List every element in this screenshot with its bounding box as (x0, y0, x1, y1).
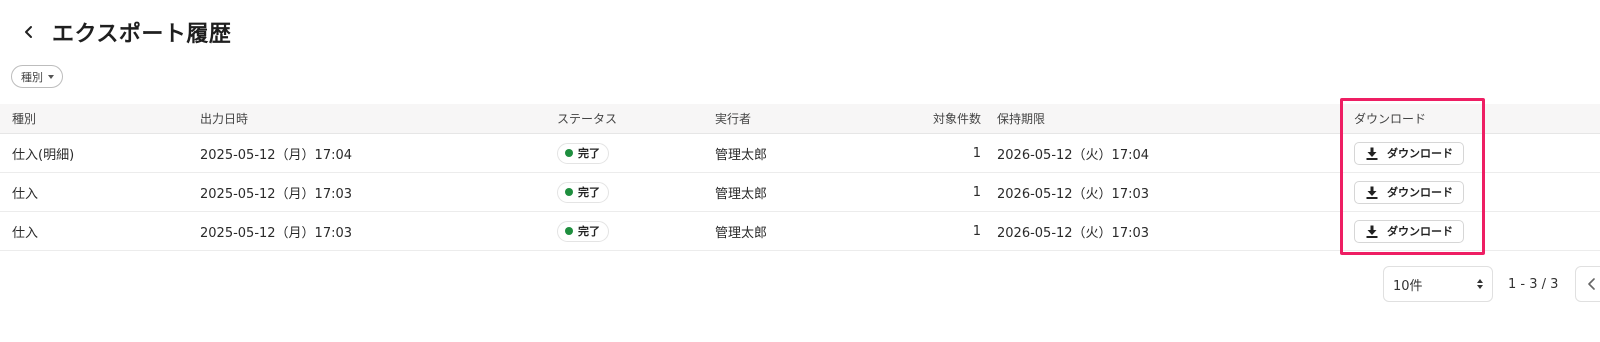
download-icon (1366, 225, 1378, 238)
export-history-page: エクスポート履歴 種別 種別 出力日時 ステータス 実行者 対象件数 保持期限 … (0, 0, 1600, 342)
cell-expire: 2026-05-12（火）17:04 (997, 147, 1150, 163)
cell-download: ダウンロード (1354, 173, 1464, 211)
cell-expire: 2026-05-12（火）17:03 (997, 186, 1150, 202)
column-header-expire: 保持期限 (997, 112, 1046, 126)
caret-down-icon (48, 74, 54, 79)
status-label: 完了 (578, 186, 600, 199)
chevron-left-icon (25, 26, 32, 38)
download-button-label: ダウンロード (1387, 186, 1453, 199)
cell-date: 2025-05-12（月）17:03 (200, 186, 353, 202)
cell-status: 完了 (557, 212, 609, 250)
cell-count: 1 (972, 223, 981, 239)
cell-type: 仕入(明細) (12, 147, 75, 163)
type-filter-label: 種別 (21, 70, 43, 84)
download-button-label: ダウンロード (1387, 147, 1453, 160)
download-icon (1366, 186, 1378, 199)
table-row: 仕入(明細) 2025-05-12（月）17:04 完了 管理太郎 1 2026… (0, 134, 1600, 173)
cell-download: ダウンロード (1354, 134, 1464, 172)
download-button-label: ダウンロード (1387, 225, 1453, 238)
column-header-user: 実行者 (715, 112, 752, 126)
status-badge: 完了 (557, 142, 609, 164)
cell-status: 完了 (557, 134, 609, 172)
previous-page-button[interactable] (1575, 266, 1600, 302)
column-header-type: 種別 (12, 112, 37, 126)
cell-date: 2025-05-12（月）17:03 (200, 225, 353, 241)
cell-expire: 2026-05-12（火）17:03 (997, 225, 1150, 241)
select-arrows-icon (1477, 279, 1483, 289)
page-header: エクスポート履歴 (18, 14, 231, 50)
cell-date: 2025-05-12（月）17:04 (200, 147, 353, 163)
status-badge: 完了 (557, 181, 609, 203)
column-header-status: ステータス (557, 112, 618, 126)
cell-count: 1 (972, 145, 981, 161)
cell-user: 管理太郎 (715, 147, 768, 163)
cell-type: 仕入 (12, 225, 39, 241)
cell-user: 管理太郎 (715, 186, 768, 202)
status-label: 完了 (578, 147, 600, 160)
per-page-value: 10件 (1393, 278, 1423, 294)
download-button[interactable]: ダウンロード (1354, 180, 1464, 204)
status-dot-icon (565, 149, 573, 157)
type-filter-chip[interactable]: 種別 (11, 65, 63, 88)
column-header-date: 出力日時 (200, 112, 249, 126)
pagination-range: 1 - 3 / 3 (1508, 276, 1559, 292)
cell-type: 仕入 (12, 186, 39, 202)
download-icon (1366, 147, 1378, 160)
cell-status: 完了 (557, 173, 609, 211)
status-dot-icon (565, 188, 573, 196)
download-button[interactable]: ダウンロード (1354, 219, 1464, 243)
status-badge: 完了 (557, 220, 609, 242)
per-page-select[interactable]: 10件 (1383, 266, 1493, 302)
cell-count: 1 (972, 184, 981, 200)
status-label: 完了 (578, 225, 600, 238)
export-history-table: 種別 出力日時 ステータス 実行者 対象件数 保持期限 ダウンロード 仕入(明細… (0, 104, 1600, 251)
table-header-row: 種別 出力日時 ステータス 実行者 対象件数 保持期限 ダウンロード (0, 104, 1600, 134)
download-button[interactable]: ダウンロード (1354, 141, 1464, 165)
table-row: 仕入 2025-05-12（月）17:03 完了 管理太郎 1 2026-05-… (0, 173, 1600, 212)
cell-user: 管理太郎 (715, 225, 768, 241)
chevron-left-icon (1588, 278, 1595, 290)
column-header-download: ダウンロード (1354, 112, 1427, 126)
page-title: エクスポート履歴 (52, 22, 232, 47)
status-dot-icon (565, 227, 573, 235)
back-button[interactable] (18, 21, 40, 43)
table-row: 仕入 2025-05-12（月）17:03 完了 管理太郎 1 2026-05-… (0, 212, 1600, 251)
cell-download: ダウンロード (1354, 212, 1464, 250)
column-header-count: 対象件数 (932, 112, 981, 126)
